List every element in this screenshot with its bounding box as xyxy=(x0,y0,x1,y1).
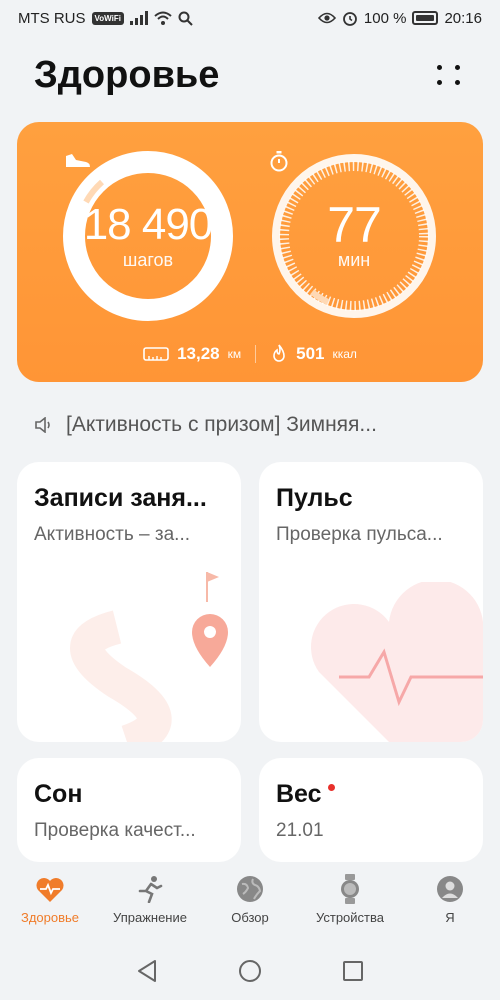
more-options-button[interactable] xyxy=(434,59,466,91)
workouts-title: Записи заня... xyxy=(34,484,207,512)
calories-unit: ккал xyxy=(332,347,357,361)
running-icon xyxy=(135,874,165,904)
shoe-icon xyxy=(66,154,90,167)
nav-item-health[interactable]: Здоровье xyxy=(0,874,100,942)
nav-label-overview: Обзор xyxy=(231,910,269,925)
pulse-tile[interactable]: Пульс Проверка пульса... xyxy=(259,462,483,742)
announcement-text: [Активность с призом] Зимняя... xyxy=(66,413,377,436)
dot-icon xyxy=(437,80,442,85)
announcement-banner[interactable]: [Активность с призом] Зимняя... xyxy=(34,408,474,442)
activity-stats: 13,28 км 501 ккал xyxy=(0,344,500,364)
distance-value: 13,28 xyxy=(177,344,220,363)
page-title: Здоровье xyxy=(34,53,220,96)
nav-label-me: Я xyxy=(445,910,455,925)
heart-illustration xyxy=(310,582,483,742)
weight-title-wrap: Вес xyxy=(276,780,335,809)
alarm-icon xyxy=(343,12,357,26)
eye-icon xyxy=(317,12,336,24)
search-icon xyxy=(178,11,193,26)
distance-stat: 13,28 км xyxy=(143,344,241,364)
sleep-subtitle: Проверка качест... xyxy=(34,820,196,841)
dot-icon xyxy=(455,80,460,85)
heart-pulse-icon xyxy=(35,874,65,904)
signal-icon xyxy=(129,11,148,25)
flame-icon xyxy=(273,344,285,362)
nav-item-overview[interactable]: Обзор xyxy=(200,874,300,942)
back-icon[interactable] xyxy=(136,959,158,983)
steps-value: 18 490 xyxy=(83,199,214,249)
watch-icon xyxy=(335,874,365,904)
pulse-subtitle: Проверка пульса... xyxy=(276,524,443,545)
nav-item-devices[interactable]: Устройства xyxy=(300,874,400,942)
home-icon[interactable] xyxy=(238,959,262,983)
clock: 20:16 xyxy=(444,9,482,27)
minutes-unit: мин xyxy=(337,249,371,270)
weight-subtitle: 21.01 xyxy=(276,820,324,841)
sleep-title: Сон xyxy=(34,780,83,808)
route-illustration xyxy=(70,572,228,742)
calories-value: 501 xyxy=(296,344,325,363)
nav-item-exercise[interactable]: Упражнение xyxy=(100,874,200,942)
pulse-title: Пульс xyxy=(276,484,353,512)
system-navigation xyxy=(0,942,500,1000)
bottom-navigation: Здоровье Упражнение Обзор Устройства Я xyxy=(0,862,500,942)
dot-icon xyxy=(455,65,460,70)
calories-stat: 501 ккал xyxy=(270,344,357,364)
header: Здоровье xyxy=(0,50,500,100)
distance-unit: км xyxy=(227,347,242,361)
speaker-icon xyxy=(35,417,50,433)
weight-title: Вес xyxy=(276,780,322,808)
vowifi-badge: VoWiFi xyxy=(91,11,124,25)
recents-icon[interactable] xyxy=(342,960,364,982)
status-bar: MTS RUS VoWiFi 100 % 20:16 xyxy=(0,0,500,36)
profile-icon xyxy=(435,874,465,904)
notification-dot xyxy=(327,784,335,791)
battery-percent: 100 % xyxy=(363,9,407,27)
nav-label-devices: Устройства xyxy=(315,910,384,925)
dot-icon xyxy=(437,65,442,70)
activity-card[interactable]: 18 490 шагов 77 мин xyxy=(17,122,483,382)
nav-label-health: Здоровье xyxy=(20,910,80,925)
workouts-subtitle: Активность – за... xyxy=(34,524,191,545)
sleep-tile[interactable]: Сон Проверка качест... xyxy=(17,758,241,862)
stopwatch-icon xyxy=(270,151,288,172)
wifi-icon xyxy=(154,11,172,25)
stats-divider xyxy=(255,345,257,363)
weight-tile[interactable]: Вес 21.01 xyxy=(259,758,483,862)
steps-unit: шагов xyxy=(122,249,174,270)
carrier-label: MTS RUS xyxy=(18,9,86,27)
globe-icon xyxy=(235,874,265,904)
minutes-ring[interactable]: 77 мин xyxy=(268,150,440,322)
nav-label-exercise: Упражнение xyxy=(113,910,187,925)
steps-ring[interactable]: 18 490 шагов xyxy=(62,150,234,322)
nav-item-me[interactable]: Я xyxy=(400,874,500,942)
ruler-icon xyxy=(143,347,169,361)
workouts-tile[interactable]: Записи заня... Активность – за... xyxy=(17,462,241,742)
battery-icon xyxy=(412,11,439,25)
minutes-value: 77 xyxy=(327,196,382,253)
